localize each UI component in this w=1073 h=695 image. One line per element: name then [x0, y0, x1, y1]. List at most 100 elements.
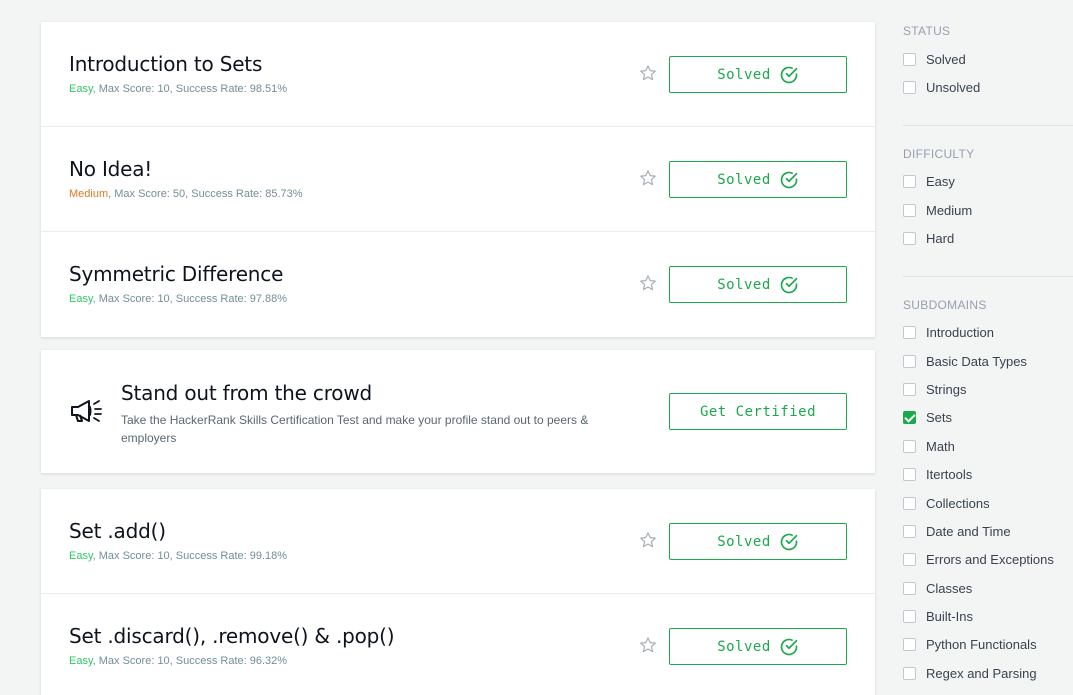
check-circle-icon [780, 638, 798, 655]
filter-itertools[interactable]: Itertools [903, 464, 972, 484]
challenge-row[interactable]: Introduction to Sets Easy, Max Score: 10… [41, 22, 875, 127]
filter-label: Unsolved [926, 79, 981, 95]
solved-button[interactable]: Solved [669, 56, 847, 93]
solved-button[interactable]: Solved [669, 523, 847, 560]
challenge-stats: , Max Score: 10, Success Rate: 98.51% [92, 83, 288, 95]
filter-collections[interactable]: Collections [903, 493, 990, 513]
checkbox[interactable] [903, 609, 916, 623]
challenge-row[interactable]: No Idea! Medium, Max Score: 50, Success … [41, 127, 875, 232]
filter-regex-and-parsing[interactable]: Regex and Parsing [903, 663, 1037, 683]
star-icon[interactable] [639, 636, 657, 654]
checkbox[interactable] [903, 467, 916, 481]
filter-label: Introduction [926, 324, 994, 340]
challenge-stats: , Max Score: 50, Success Rate: 85.73% [108, 188, 303, 200]
filter-easy[interactable]: Easy [903, 171, 955, 191]
solved-button-label: Solved [717, 638, 771, 655]
checkbox[interactable] [903, 354, 916, 368]
filter-sets[interactable]: Sets [903, 407, 952, 427]
promo-description: Take the HackerRank Skills Certification… [121, 413, 589, 445]
challenge-meta: Medium, Max Score: 50, Success Rate: 85.… [69, 188, 303, 200]
filter-errors-and-exceptions[interactable]: Errors and Exceptions [903, 549, 1054, 569]
difficulty-label: Easy [69, 293, 93, 305]
solved-button-label: Solved [717, 171, 771, 188]
checkbox[interactable] [903, 637, 916, 651]
challenge-meta: Easy, Max Score: 10, Success Rate: 97.88… [69, 293, 287, 305]
checkbox[interactable] [903, 496, 916, 510]
filter-date-and-time[interactable]: Date and Time [903, 521, 1011, 541]
star-icon[interactable] [639, 274, 657, 292]
challenge-meta: Easy, Max Score: 10, Success Rate: 98.51… [69, 83, 287, 95]
filter-solved[interactable]: Solved [903, 49, 966, 69]
filter-label: Solved [926, 51, 966, 67]
solved-button-label: Solved [717, 66, 771, 83]
filter-label: Basic Data Types [926, 353, 1027, 369]
challenge-list-bottom: Set .add() Easy, Max Score: 10, Success … [41, 489, 875, 695]
solved-button[interactable]: Solved [669, 161, 847, 198]
check-circle-icon [780, 171, 798, 188]
solved-button[interactable]: Solved [669, 266, 847, 303]
challenge-title[interactable]: Symmetric Difference [69, 262, 283, 286]
check-circle-icon [780, 276, 798, 293]
check-circle-icon [780, 66, 798, 83]
challenge-row[interactable]: Symmetric Difference Easy, Max Score: 10… [41, 232, 875, 337]
filter-label: Collections [926, 495, 990, 511]
checkbox[interactable] [903, 581, 916, 595]
filter-label: Hard [926, 230, 955, 246]
filter-label: Sets [926, 409, 953, 425]
checkbox[interactable] [903, 325, 916, 339]
filter-basic-data-types[interactable]: Basic Data Types [903, 351, 1027, 371]
checkbox[interactable] [903, 552, 916, 566]
filter-label: Built-Ins [926, 608, 973, 624]
challenge-title[interactable]: Set .discard(), .remove() & .pop() [69, 624, 395, 648]
checkbox[interactable] [903, 52, 916, 66]
solved-button[interactable]: Solved [669, 628, 847, 665]
promo-title: Stand out from the crowd [121, 381, 372, 405]
challenge-row[interactable]: Set .add() Easy, Max Score: 10, Success … [41, 489, 875, 594]
difficulty-label: Easy [69, 550, 93, 562]
checkbox[interactable] [903, 203, 916, 217]
star-icon[interactable] [639, 531, 657, 549]
divider [903, 276, 1073, 277]
certification-promo: Stand out from the crowd Take the Hacker… [41, 350, 875, 473]
filter-classes[interactable]: Classes [903, 578, 972, 598]
challenge-list-top: Introduction to Sets Easy, Max Score: 10… [41, 22, 875, 337]
checkbox[interactable] [903, 382, 916, 396]
checkbox[interactable] [903, 439, 916, 453]
checkbox[interactable] [903, 231, 916, 245]
megaphone-icon [71, 400, 102, 422]
checkbox[interactable] [903, 666, 916, 680]
checkbox[interactable] [903, 524, 916, 538]
star-icon[interactable] [639, 64, 657, 82]
checkbox[interactable] [903, 80, 916, 94]
divider [903, 125, 1073, 126]
checkbox-checked[interactable] [903, 410, 916, 424]
challenge-title[interactable]: No Idea! [69, 157, 152, 181]
difficulty-label: Easy [69, 655, 93, 667]
filter-introduction[interactable]: Introduction [903, 322, 994, 342]
challenge-row[interactable]: Set .discard(), .remove() & .pop() Easy,… [41, 594, 875, 695]
filter-label: Itertools [926, 466, 973, 482]
subdomains-filter-title: SUBDOMAINS [903, 298, 987, 312]
get-certified-button[interactable]: Get Certified [669, 393, 847, 430]
challenge-title[interactable]: Introduction to Sets [69, 52, 262, 76]
checkbox[interactable] [903, 174, 916, 188]
filter-python-functionals[interactable]: Python Functionals [903, 634, 1037, 654]
filter-math[interactable]: Math [903, 436, 955, 456]
difficulty-label: Medium [69, 188, 109, 200]
status-filter-title: STATUS [903, 24, 951, 38]
difficulty-label: Easy [69, 83, 93, 95]
filter-unsolved[interactable]: Unsolved [903, 77, 980, 97]
filter-label: Date and Time [926, 523, 1011, 539]
challenge-stats: , Max Score: 10, Success Rate: 96.32% [92, 655, 288, 667]
challenge-meta: Easy, Max Score: 10, Success Rate: 96.32… [69, 655, 287, 667]
filter-built-ins[interactable]: Built-Ins [903, 606, 973, 626]
check-circle-icon [780, 533, 798, 550]
star-icon[interactable] [639, 169, 657, 187]
challenge-meta: Easy, Max Score: 10, Success Rate: 99.18… [69, 550, 287, 562]
challenge-title[interactable]: Set .add() [69, 519, 166, 543]
filter-hard[interactable]: Hard [903, 228, 954, 248]
filter-label: Math [926, 438, 955, 454]
filter-strings[interactable]: Strings [903, 379, 966, 399]
filter-medium[interactable]: Medium [903, 200, 972, 220]
filter-label: Strings [926, 381, 967, 397]
